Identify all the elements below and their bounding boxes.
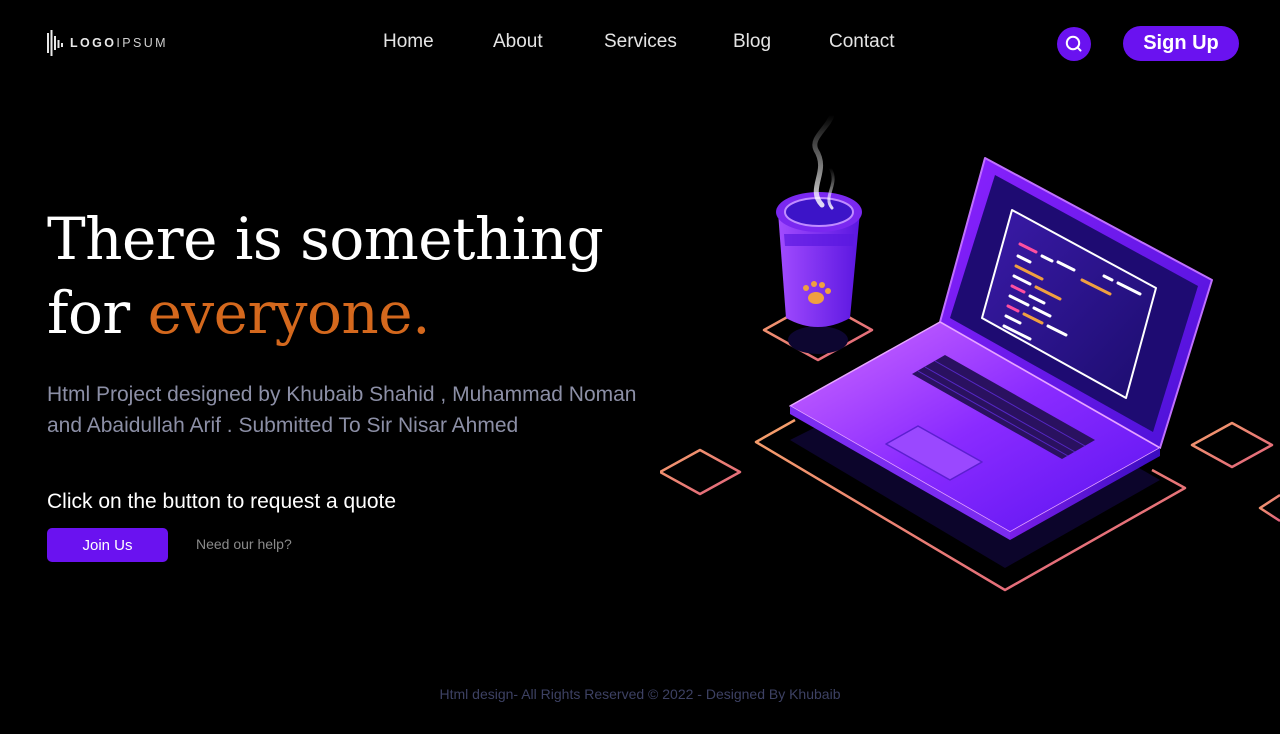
logo[interactable]: LOGOIPSUM <box>47 30 168 56</box>
logo-text: LOGOIPSUM <box>70 36 168 50</box>
hero-subtitle: Html Project designed by Khubaib Shahid … <box>47 383 637 437</box>
nav-services[interactable]: Services <box>604 31 677 53</box>
hero-title: There is something for everyone. <box>47 202 604 350</box>
nav-about[interactable]: About <box>493 31 543 53</box>
nav-blog[interactable]: Blog <box>733 31 771 53</box>
hero-title-accent: everyone. <box>147 279 431 347</box>
need-help-link[interactable]: Need our help? <box>196 536 292 552</box>
search-icon <box>1065 35 1082 52</box>
soundwave-logo-icon <box>47 30 63 56</box>
join-us-button[interactable]: Join Us <box>47 528 168 562</box>
footer-copyright: Html design- All Rights Reserved © 2022 … <box>439 686 841 702</box>
hero-title-for: for <box>47 279 148 347</box>
hero-title-line1: There is something <box>47 205 604 273</box>
laptop-coffee-illustration <box>660 112 1280 592</box>
nav-home[interactable]: Home <box>383 31 434 53</box>
search-button[interactable] <box>1057 27 1091 61</box>
cta-text: Click on the button to request a quote <box>47 490 397 513</box>
signup-button[interactable]: Sign Up <box>1123 26 1239 61</box>
nav-contact[interactable]: Contact <box>829 31 894 53</box>
